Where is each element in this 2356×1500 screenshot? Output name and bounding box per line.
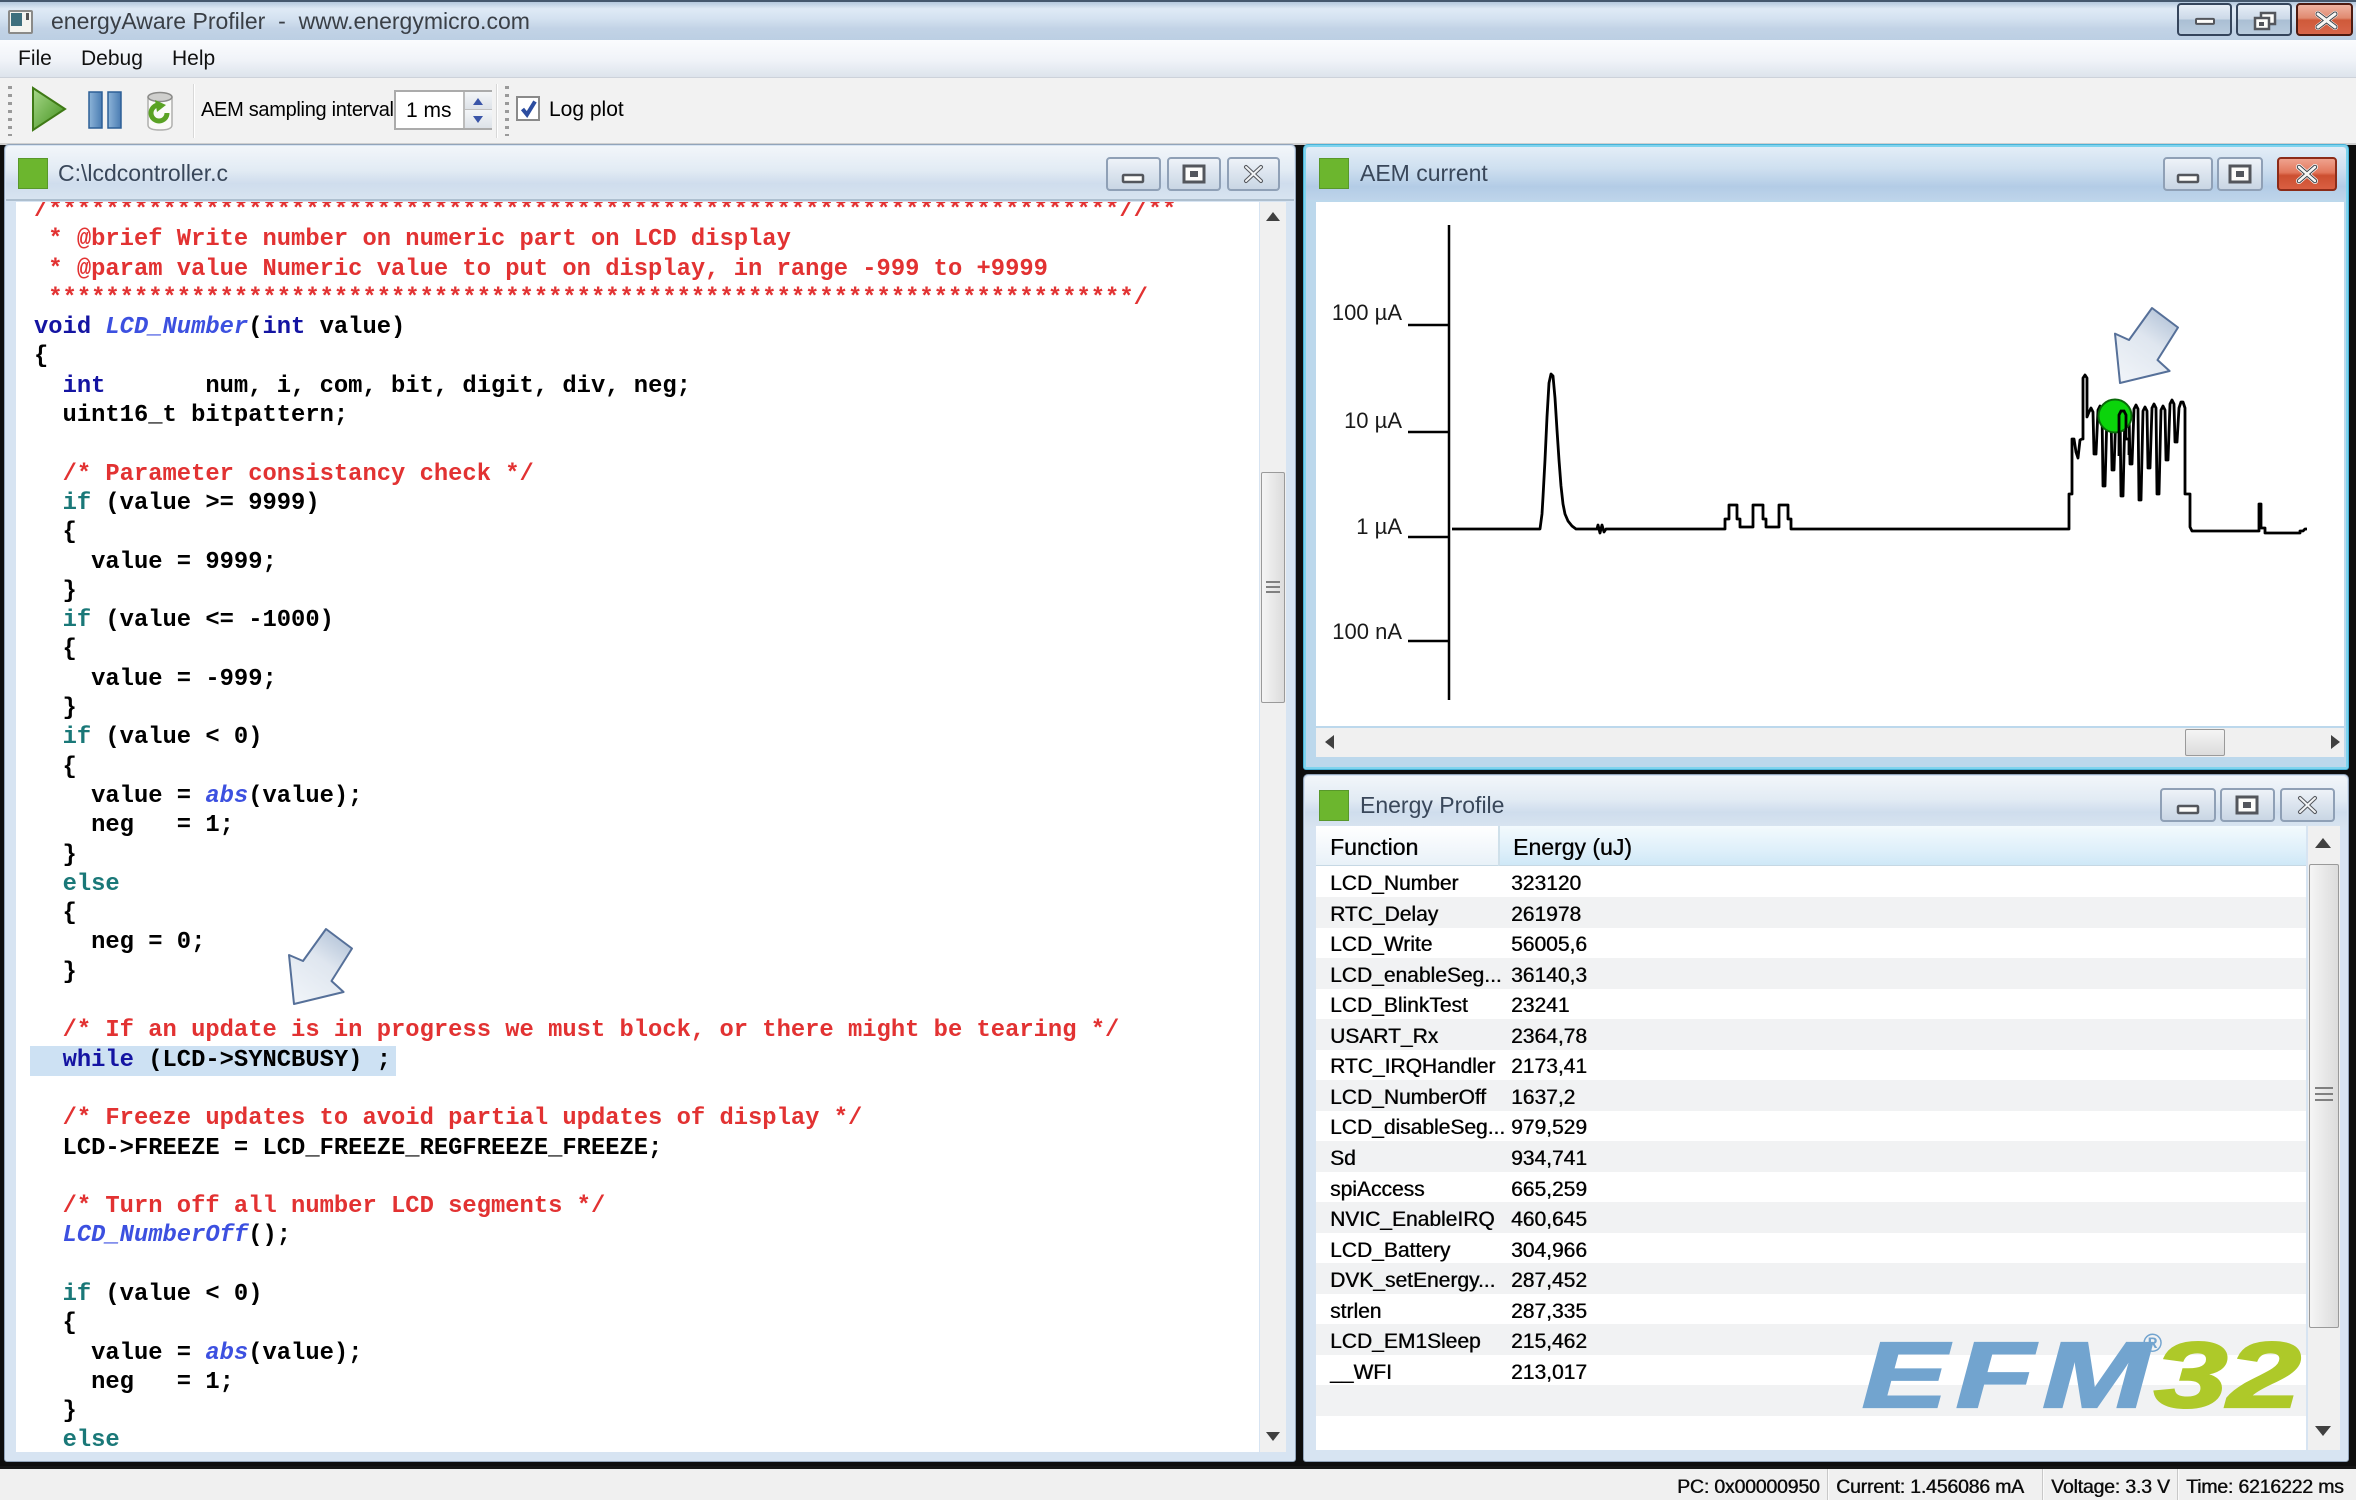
svg-text:10 µA: 10 µA [1344,408,1402,433]
svg-text:1 µA: 1 µA [1356,514,1402,539]
svg-text:100 nA: 100 nA [1332,619,1402,644]
svg-text:100 µA: 100 µA [1332,300,1402,325]
